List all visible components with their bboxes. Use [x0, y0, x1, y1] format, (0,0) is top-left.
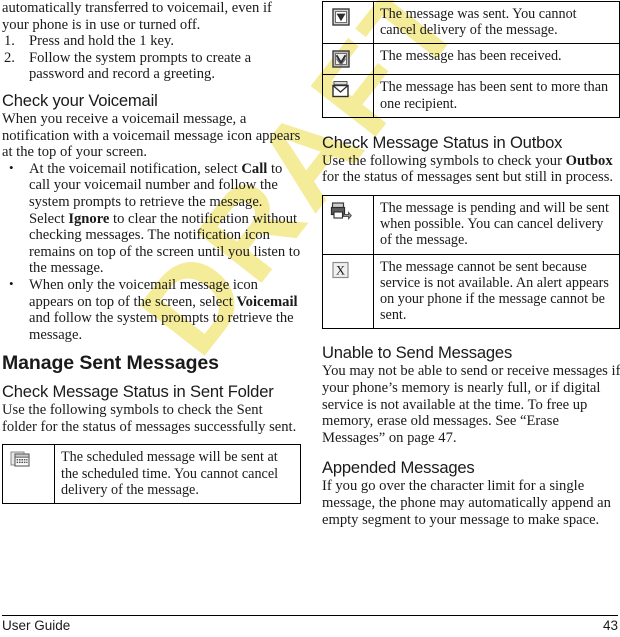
heading-unable-to-send-messages: Unable to Send Messages	[322, 343, 513, 363]
description-cell: The message has been received.	[373, 43, 620, 76]
outbox-symbol-table: The message is pending and will be sent …	[322, 195, 620, 330]
heading-check-your-voicemail: Check your Voicemail	[2, 90, 158, 110]
outbox-intro-text: Use the following symbols to check your …	[322, 153, 620, 186]
page-footer: User Guide 43	[2, 615, 618, 633]
icon-cell	[2, 444, 55, 505]
table-row: The scheduled message will be sent at th…	[2, 444, 301, 505]
bold-outbox: Outbox	[565, 152, 613, 169]
bullet-text-part-1: At the voicemail notification, select	[29, 160, 242, 177]
step-number: 2.	[4, 49, 15, 66]
sent-folder-symbol-table-continued: The message was sent. You cannot cancel …	[322, 0, 620, 118]
bold-voicemail: Voicemail	[236, 293, 298, 310]
list-item: • When only the voicemail message icon a…	[2, 275, 301, 343]
bullet-text-part-1: When only the voicemail message icon app…	[29, 276, 258, 310]
description-cell: The message was sent. You cannot cancel …	[373, 0, 620, 45]
appended-messages-body-text: If you go over the character limit for a…	[322, 478, 611, 528]
message-sent-checkbox-icon	[330, 7, 352, 27]
unable-to-send-body-text: You may not be able to send or receive m…	[322, 363, 620, 446]
table-row: The message was sent. You cannot cancel …	[322, 0, 620, 45]
step-text: Follow the system prompts to create a pa…	[29, 49, 252, 83]
voicemail-intro-text: When you receive a voicemail message, a …	[2, 110, 301, 161]
description-cell: The message cannot be sent because servi…	[373, 253, 620, 330]
outbox-intro-part-2: for the status of messages sent but stil…	[322, 169, 614, 186]
list-item: • At the voicemail notification, select …	[2, 159, 301, 277]
step-text: Press and hold the 1 key.	[29, 33, 174, 50]
step-number: 1.	[4, 33, 15, 50]
intro-paragraph: automatically transferred to voicemail, …	[2, 0, 272, 33]
list-item: 2. Follow the system prompts to create a…	[2, 50, 301, 83]
sent-folder-intro-text: Use the following symbols to check the S…	[2, 402, 297, 435]
message-pending-icon	[330, 201, 352, 221]
voicemail-setup-steps: 1. Press and hold the 1 key. 2. Follow t…	[2, 33, 301, 83]
icon-cell	[322, 195, 374, 255]
multiple-recipients-envelope-icon	[330, 80, 352, 100]
icon-cell: X	[322, 253, 374, 330]
footer-document-title: User Guide	[2, 618, 71, 633]
right-column: The message was sent. You cannot cancel …	[322, 0, 620, 528]
icon-cell	[322, 43, 374, 76]
svg-text:X: X	[336, 263, 345, 277]
table-row: The message is pending and will be sent …	[322, 195, 620, 255]
footer-page-number: 43	[602, 618, 618, 633]
bullet-marker: •	[9, 275, 14, 291]
sent-folder-symbol-table: The scheduled message will be sent at th…	[2, 444, 301, 505]
heading-check-message-status-outbox: Check Message Status in Outbox	[322, 132, 563, 152]
heading-manage-sent-messages: Manage Sent Messages	[2, 352, 219, 375]
table-row: The message has been received.	[322, 43, 620, 76]
outbox-intro-part-1: Use the following symbols to check your	[322, 152, 566, 169]
left-column: automatically transferred to voicemail, …	[2, 0, 301, 505]
heading-appended-messages: Appended Messages	[322, 458, 475, 478]
heading-check-message-status-sent-folder: Check Message Status in Sent Folder	[2, 382, 274, 402]
bold-call: Call	[241, 160, 268, 177]
bullet-text-part-2: and follow the system prompts to retriev…	[29, 310, 294, 343]
list-item: 1. Press and hold the 1 key.	[2, 33, 301, 50]
description-cell: The message has been sent to more than o…	[373, 74, 620, 118]
bullet-marker: •	[9, 159, 14, 175]
description-cell: The message is pending and will be sent …	[373, 195, 620, 255]
document-page: DRAFT automatically transferred to voice…	[0, 0, 620, 637]
description-cell: The scheduled message will be sent at th…	[54, 444, 301, 505]
bold-ignore: Ignore	[68, 210, 110, 227]
icon-cell	[322, 74, 374, 118]
table-row: The message has been sent to more than o…	[322, 74, 620, 118]
page-content: automatically transferred to voicemail, …	[0, 0, 620, 637]
voicemail-bullet-list: • At the voicemail notification, select …	[2, 159, 301, 344]
message-failed-x-icon: X	[330, 260, 352, 280]
table-row: X The message cannot be sent because ser…	[322, 253, 620, 330]
message-received-checkbox-icon	[330, 49, 352, 69]
icon-cell	[322, 0, 374, 45]
scheduled-message-icon	[10, 450, 32, 470]
